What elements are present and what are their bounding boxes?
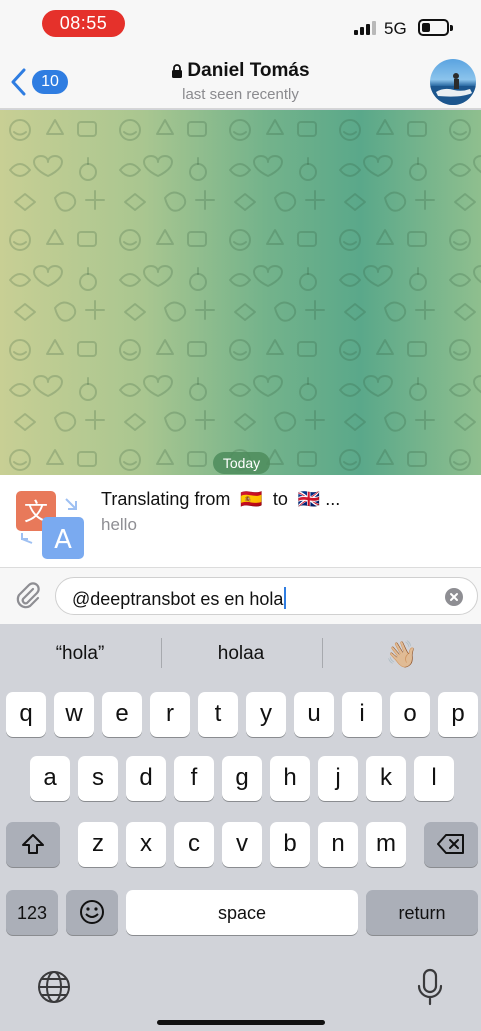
- inline-result-preview: hello: [101, 515, 137, 534]
- inline-result-title: Translating from 🇪🇸 to 🇬🇧 ...: [101, 489, 340, 510]
- key-p[interactable]: p: [438, 692, 478, 737]
- shift-key[interactable]: [6, 822, 60, 867]
- key-c[interactable]: c: [174, 822, 214, 867]
- chat-subtitle: last seen recently: [182, 85, 299, 103]
- emoji-icon: [80, 900, 104, 924]
- key-v[interactable]: v: [222, 822, 262, 867]
- key-z[interactable]: z: [78, 822, 118, 867]
- keyboard: “hola” holaa 👋🏼 q w e r t y u i o p a s …: [0, 624, 481, 1031]
- status-bar: 08:55 5G: [0, 0, 481, 56]
- key-x[interactable]: x: [126, 822, 166, 867]
- key-s[interactable]: s: [78, 756, 118, 801]
- suggestion-3-emoji[interactable]: 👋🏼: [322, 624, 481, 684]
- key-a[interactable]: a: [30, 756, 70, 801]
- key-u[interactable]: u: [294, 692, 334, 737]
- key-n[interactable]: n: [318, 822, 358, 867]
- chat-title: Daniel Tomás: [187, 60, 310, 81]
- avatar-photo: [430, 73, 476, 105]
- key-l[interactable]: l: [414, 756, 454, 801]
- key-f[interactable]: f: [174, 756, 214, 801]
- key-k[interactable]: k: [366, 756, 406, 801]
- attach-icon[interactable]: [12, 580, 44, 612]
- network-type: 5G: [384, 19, 407, 38]
- key-j[interactable]: j: [318, 756, 358, 801]
- inline-result-title-prefix: Translating from: [101, 489, 231, 509]
- globe-icon[interactable]: [37, 970, 71, 1004]
- key-d[interactable]: d: [126, 756, 166, 801]
- backspace-icon: [437, 834, 464, 854]
- suggestion-1[interactable]: “hola”: [0, 624, 160, 684]
- svg-text:A: A: [54, 525, 72, 555]
- uk-flag-icon: 🇬🇧: [297, 489, 321, 509]
- key-g[interactable]: g: [222, 756, 262, 801]
- microphone-icon[interactable]: [417, 968, 443, 1006]
- message-input-value: @deeptransbot es en hola: [72, 589, 284, 609]
- spain-flag-icon: 🇪🇸: [240, 489, 263, 509]
- key-e[interactable]: e: [102, 692, 142, 737]
- emoji-key[interactable]: [66, 890, 118, 935]
- chat-header: 10 Daniel Tomás last seen recently: [0, 56, 481, 109]
- battery-icon: [418, 19, 453, 36]
- numbers-key[interactable]: 123: [6, 890, 58, 935]
- inline-result-ellipsis: ...: [325, 489, 341, 509]
- home-indicator[interactable]: [157, 1020, 325, 1025]
- shift-icon: [22, 834, 44, 854]
- chat-background: [0, 110, 481, 475]
- avatar[interactable]: [430, 59, 476, 105]
- key-b[interactable]: b: [270, 822, 310, 867]
- inline-bot-result[interactable]: 文 A Translating from 🇪🇸 to 🇬🇧 ... hello: [0, 475, 481, 568]
- numbers-key-label: 123: [16, 903, 48, 923]
- message-composer: @deeptransbot es en hola: [0, 568, 481, 624]
- signal-icon: [354, 21, 376, 35]
- clear-icon[interactable]: [445, 588, 463, 606]
- key-o[interactable]: o: [390, 692, 430, 737]
- date-badge: Today: [213, 452, 270, 474]
- key-i[interactable]: i: [342, 692, 382, 737]
- key-w[interactable]: w: [54, 692, 94, 737]
- suggestion-2[interactable]: holaa: [161, 624, 321, 684]
- delete-key[interactable]: [424, 822, 478, 867]
- chat-title-area[interactable]: Daniel Tomás last seen recently: [0, 60, 481, 103]
- key-y[interactable]: y: [246, 692, 286, 737]
- return-key-label: return: [398, 903, 446, 923]
- space-key-label: space: [217, 903, 267, 923]
- translate-icon: 文 A: [16, 491, 84, 559]
- status-time[interactable]: 08:55: [42, 10, 125, 37]
- return-key[interactable]: return: [366, 890, 478, 935]
- inline-result-connector: to: [272, 489, 288, 509]
- key-h[interactable]: h: [270, 756, 310, 801]
- key-t[interactable]: t: [198, 692, 238, 737]
- key-m[interactable]: m: [366, 822, 406, 867]
- key-r[interactable]: r: [150, 692, 190, 737]
- space-key[interactable]: space: [126, 890, 358, 935]
- wallpaper-doodle-pattern: [0, 110, 481, 475]
- message-input[interactable]: @deeptransbot es en hola: [55, 577, 478, 615]
- lock-icon: [172, 63, 183, 78]
- key-q[interactable]: q: [6, 692, 46, 737]
- text-caret: [284, 587, 287, 609]
